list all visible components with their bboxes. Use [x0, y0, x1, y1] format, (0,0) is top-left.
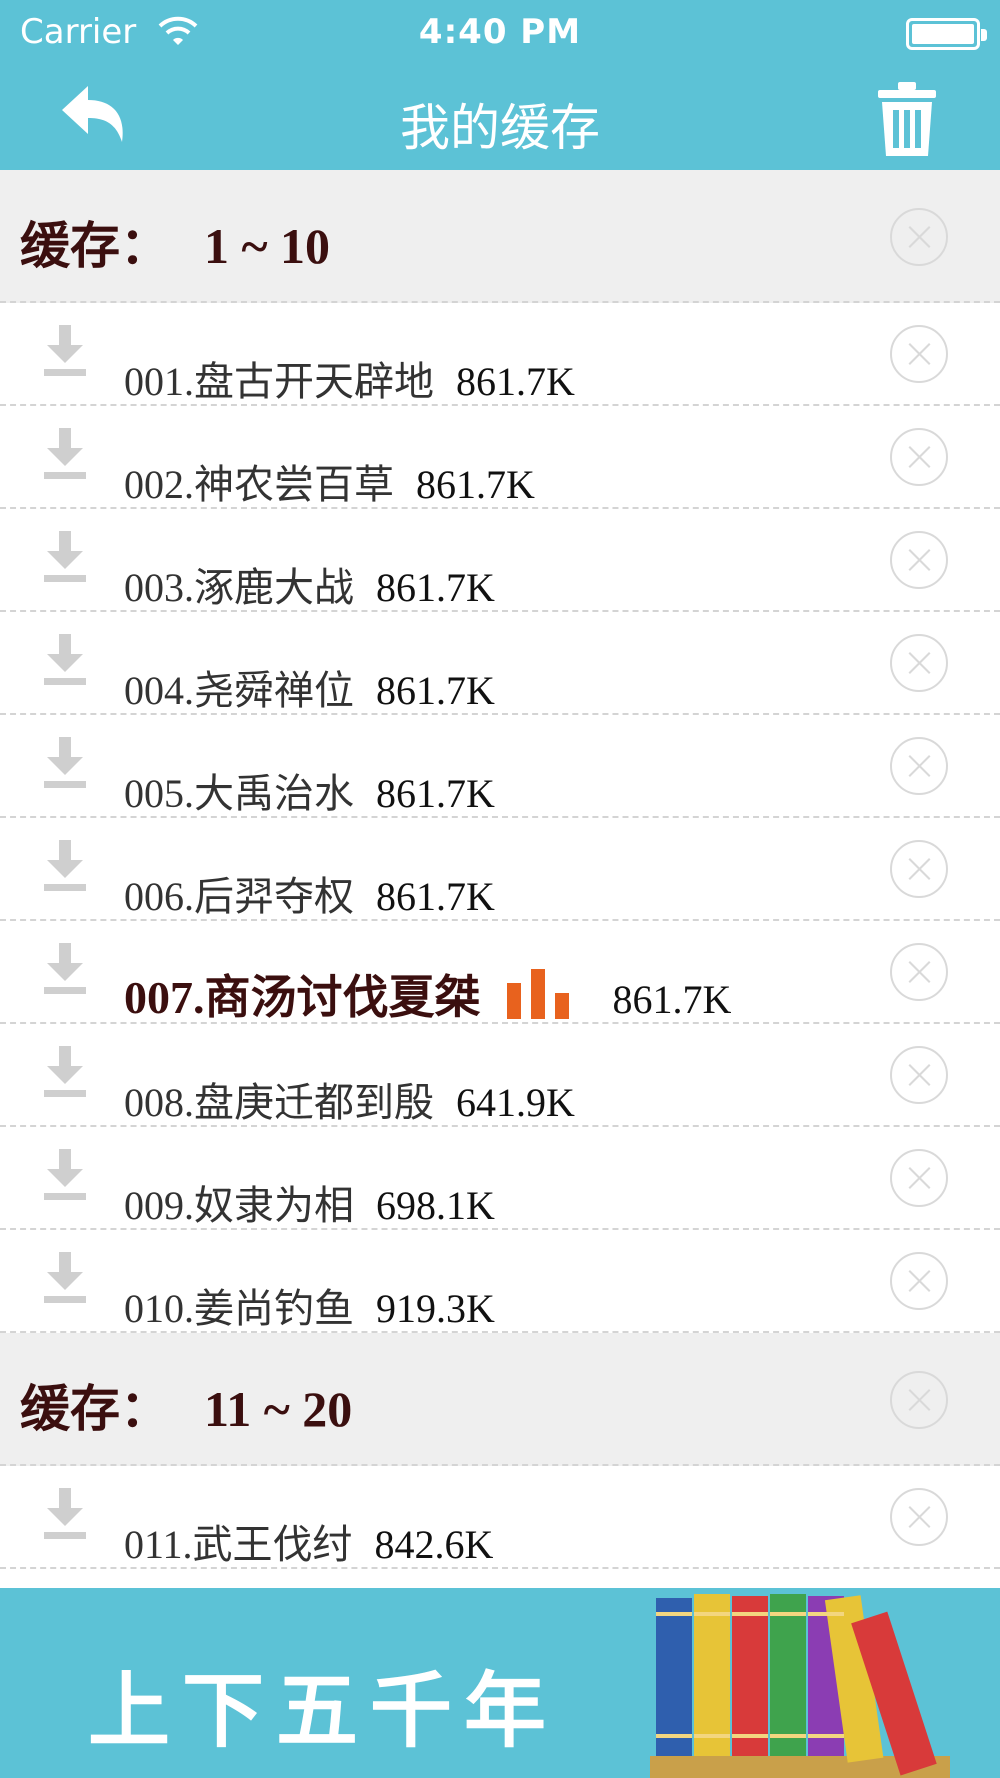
download-icon [44, 943, 86, 994]
delete-item-button[interactable] [890, 325, 948, 383]
delete-item-button[interactable] [890, 840, 948, 898]
delete-item-button[interactable] [890, 737, 948, 795]
page-title: 我的缓存 [400, 99, 600, 157]
item-size: 842.6K [374, 1522, 494, 1567]
list-item[interactable]: 011.武王伐纣 842.6K [0, 1466, 1000, 1569]
item-title-line: 002.神农尝百草 861.7K [124, 452, 535, 510]
download-icon [44, 1252, 86, 1303]
item-title-line: 008.盘庚迁都到殷 641.9K [124, 1070, 575, 1128]
item-title-line: 001.盘古开天辟地 861.7K [124, 349, 575, 407]
delete-item-button[interactable] [890, 1046, 948, 1104]
delete-item-button[interactable] [890, 1252, 948, 1310]
download-icon [44, 737, 86, 788]
download-icon [44, 1488, 86, 1539]
nav-bar: Carrier 4:40 PM 我的缓存 [0, 0, 1000, 170]
item-title: 003.涿鹿大战 [124, 565, 354, 610]
item-title: 009.奴隶为相 [124, 1183, 354, 1228]
section-header: 缓存： 11 ~ 20 [0, 1333, 1000, 1466]
item-size: 861.7K [376, 565, 495, 610]
list-item[interactable]: 007.商汤讨伐夏桀 861.7K [0, 921, 1000, 1024]
item-size: 861.7K [612, 977, 732, 1022]
download-icon [44, 840, 86, 891]
download-icon [44, 1046, 86, 1097]
download-icon [44, 634, 86, 685]
section-label: 缓存： 11 ~ 20 [20, 1369, 352, 1441]
delete-section-button[interactable] [890, 208, 948, 266]
download-icon [44, 1149, 86, 1200]
item-size: 919.3K [376, 1286, 495, 1331]
item-size: 861.7K [376, 771, 495, 816]
download-icon [44, 428, 86, 479]
item-title-line: 007.商汤讨伐夏桀 861.7K [124, 961, 731, 1027]
item-size: 698.1K [376, 1183, 495, 1228]
item-title: 005.大禹治水 [124, 771, 354, 816]
item-title-line: 009.奴隶为相 698.1K [124, 1173, 495, 1231]
item-title-line: 003.涿鹿大战 861.7K [124, 555, 495, 613]
section-prefix: 缓存： [20, 1381, 170, 1437]
item-title-line: 011.武王伐纣 842.6K [124, 1512, 493, 1570]
playing-indicator-icon [506, 969, 573, 1019]
item-title-line: 006.后羿夺权 861.7K [124, 864, 495, 922]
section-prefix: 缓存： [20, 218, 170, 274]
list-item[interactable]: 003.涿鹿大战 861.7K [0, 509, 1000, 612]
status-bar: Carrier 4:40 PM [0, 0, 1000, 70]
books-illustration [650, 1594, 950, 1778]
item-size: 641.9K [456, 1080, 575, 1125]
delete-section-button[interactable] [890, 1371, 948, 1429]
list-item[interactable]: 005.大禹治水 861.7K [0, 715, 1000, 818]
status-time: 4:40 PM [418, 12, 582, 52]
item-title: 010.姜尚钓鱼 [124, 1286, 354, 1331]
delete-item-button[interactable] [890, 1149, 948, 1207]
item-title-line: 010.姜尚钓鱼 919.3K [124, 1276, 495, 1334]
item-title: 008.盘庚迁都到殷 [124, 1080, 434, 1125]
item-title: 011.武王伐纣 [124, 1522, 353, 1567]
list-item[interactable]: 001.盘古开天辟地 861.7K [0, 303, 1000, 406]
section-range: 11 ~ 20 [204, 1381, 353, 1437]
list-item[interactable]: 009.奴隶为相 698.1K [0, 1127, 1000, 1230]
list-item[interactable]: 006.后羿夺权 861.7K [0, 818, 1000, 921]
delete-item-button[interactable] [890, 1488, 948, 1546]
item-title: 006.后羿夺权 [124, 874, 354, 919]
item-size: 861.7K [376, 874, 495, 919]
section-header: 缓存： 1 ~ 10 [0, 170, 1000, 303]
item-title: 002.神农尝百草 [124, 462, 394, 507]
download-icon [44, 325, 86, 376]
trash-icon[interactable] [876, 80, 938, 158]
list-item[interactable]: 010.姜尚钓鱼 919.3K [0, 1230, 1000, 1333]
list-item[interactable]: 002.神农尝百草 861.7K [0, 406, 1000, 509]
banner-title: 上下五千年 [88, 1663, 559, 1759]
delete-item-button[interactable] [890, 428, 948, 486]
section-range: 1 ~ 10 [204, 218, 331, 274]
item-title: 001.盘古开天辟地 [124, 359, 434, 404]
item-title-line: 004.尧舜禅位 861.7K [124, 658, 495, 716]
bottom-banner: 上下五千年 [0, 1588, 1000, 1778]
list-item[interactable]: 008.盘庚迁都到殷 641.9K [0, 1024, 1000, 1127]
delete-item-button[interactable] [890, 634, 948, 692]
item-size: 861.7K [416, 462, 535, 507]
item-title: 007.商汤讨伐夏桀 [124, 972, 481, 1023]
section-label: 缓存： 1 ~ 10 [20, 206, 330, 278]
list-item[interactable]: 004.尧舜禅位 861.7K [0, 612, 1000, 715]
item-title: 004.尧舜禅位 [124, 668, 354, 713]
cache-list[interactable]: 缓存： 1 ~ 10 001.盘古开天辟地 861.7K 002.神农尝百草 861.7K… [0, 170, 1000, 1588]
battery-icon [906, 18, 987, 50]
delete-item-button[interactable] [890, 531, 948, 589]
item-size: 861.7K [376, 668, 495, 713]
item-title-line: 005.大禹治水 861.7K [124, 761, 495, 819]
item-size: 861.7K [456, 359, 575, 404]
download-icon [44, 531, 86, 582]
delete-item-button[interactable] [890, 943, 948, 1001]
